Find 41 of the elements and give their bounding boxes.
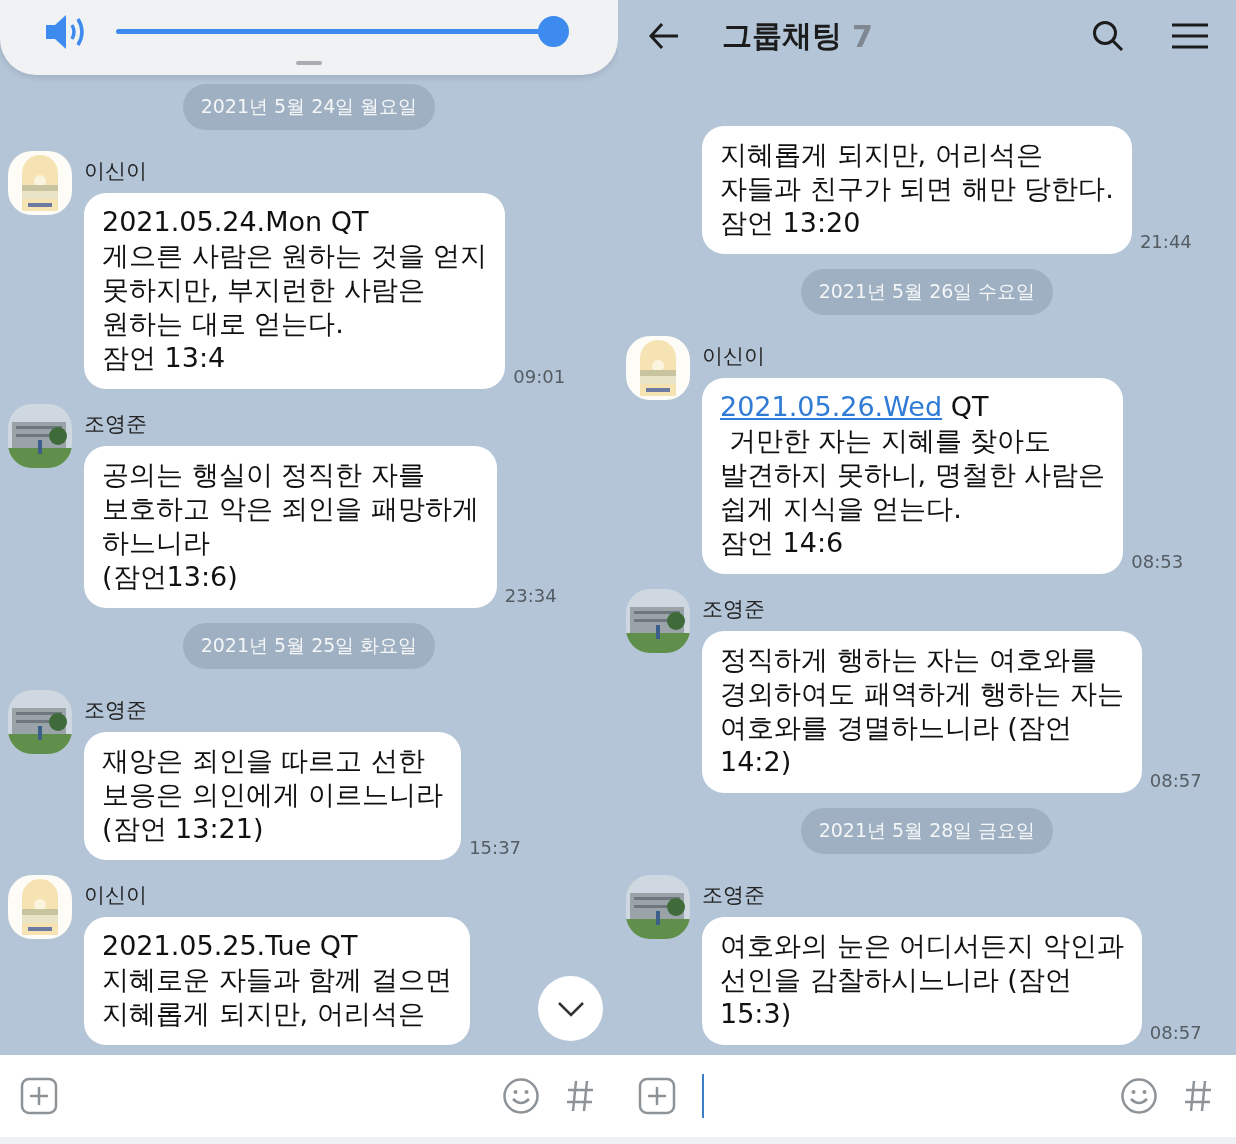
message-time: 08:57 [1149, 1022, 1202, 1045]
message-bubble: 여호와의 눈은 어디서든지 악인과 선인을 감찰하시느니라 (잠언 15:3) [702, 917, 1142, 1045]
slider-thumb[interactable] [537, 16, 569, 47]
message-bubble: 공의는 행실이 정직한 자를 보호하고 악은 죄인을 패망하게 하느니라 (잠언13:6) [84, 446, 497, 608]
hashtag-icon[interactable] [1184, 1079, 1212, 1113]
message-bubble: 2021.05.26.Wed QT 거만한 자는 지혜를 찾아도 발견하지 못하니, 명철한 사람은 쉽게 지식을 얻는다. 잠언 14:6 [702, 378, 1124, 574]
add-icon[interactable] [20, 1077, 58, 1115]
link[interactable]: 2021.05.26.Wed [720, 391, 943, 422]
date-divider: 2021년 5월 26일 수요일 [800, 269, 1054, 315]
emoji-icon[interactable] [1120, 1077, 1158, 1115]
sender-name: 조영준 [84, 697, 148, 724]
emoji-icon[interactable] [502, 1077, 540, 1115]
chat-title: 그룹채팅 [722, 16, 842, 55]
back-icon[interactable] [648, 22, 680, 50]
add-icon[interactable] [638, 1077, 676, 1115]
sender-name: 이신이 [84, 882, 148, 909]
message-time: 21:44 [1139, 231, 1192, 254]
message-bubble: 2021.05.24.Mon QT 게으른 사람은 원하는 것을 얻지 못하지만, 부지런한 사람은 원하는 대로 얻는다. 잠언 13:4 [84, 193, 506, 389]
date-divider: 2021년 5월 25일 화요일 [182, 623, 436, 669]
sender-name: 조영준 [702, 596, 766, 623]
message-time: 08:57 [1149, 770, 1202, 793]
menu-icon[interactable] [1172, 23, 1208, 49]
message-bubble: 정직하게 행하는 자는 여호와를 경외하여도 패역하게 행하는 자는 여호와를 경멸하느니라 (잠언 14:2) [702, 631, 1142, 793]
message-bubble: 재앙은 죄인을 따르고 선한 보응은 의인에게 이르느니라 (잠언 13:21) [84, 732, 462, 860]
message-bubble: 지혜롭게 되지만, 어리석은 자들과 친구가 되면 해만 당한다. 잠언 13:20 [702, 126, 1132, 254]
message-time: 09:01 [513, 366, 566, 389]
sender-name: 조영준 [84, 411, 148, 438]
date-divider: 2021년 5월 28일 금요일 [800, 808, 1054, 854]
message-bubble: 2021.05.25.Tue QT 지혜로운 자들과 함께 걸으면 지혜롭게 되지만, 어리석은 [84, 917, 470, 1045]
drag-handle[interactable] [296, 61, 322, 65]
date-divider: 2021년 5월 24일 월요일 [182, 84, 436, 130]
sender-name: 이신이 [84, 158, 148, 185]
sender-name: 조영준 [702, 882, 766, 909]
sender-name: 이신이 [702, 343, 766, 370]
member-count: 7 [852, 18, 873, 54]
search-icon[interactable] [1092, 20, 1124, 52]
message-time: 23:34 [504, 585, 557, 608]
message-time: 15:37 [469, 837, 522, 860]
hashtag-icon[interactable] [566, 1079, 594, 1113]
message-time: 08:53 [1131, 551, 1184, 574]
chevron-down-icon [556, 1000, 585, 1017]
